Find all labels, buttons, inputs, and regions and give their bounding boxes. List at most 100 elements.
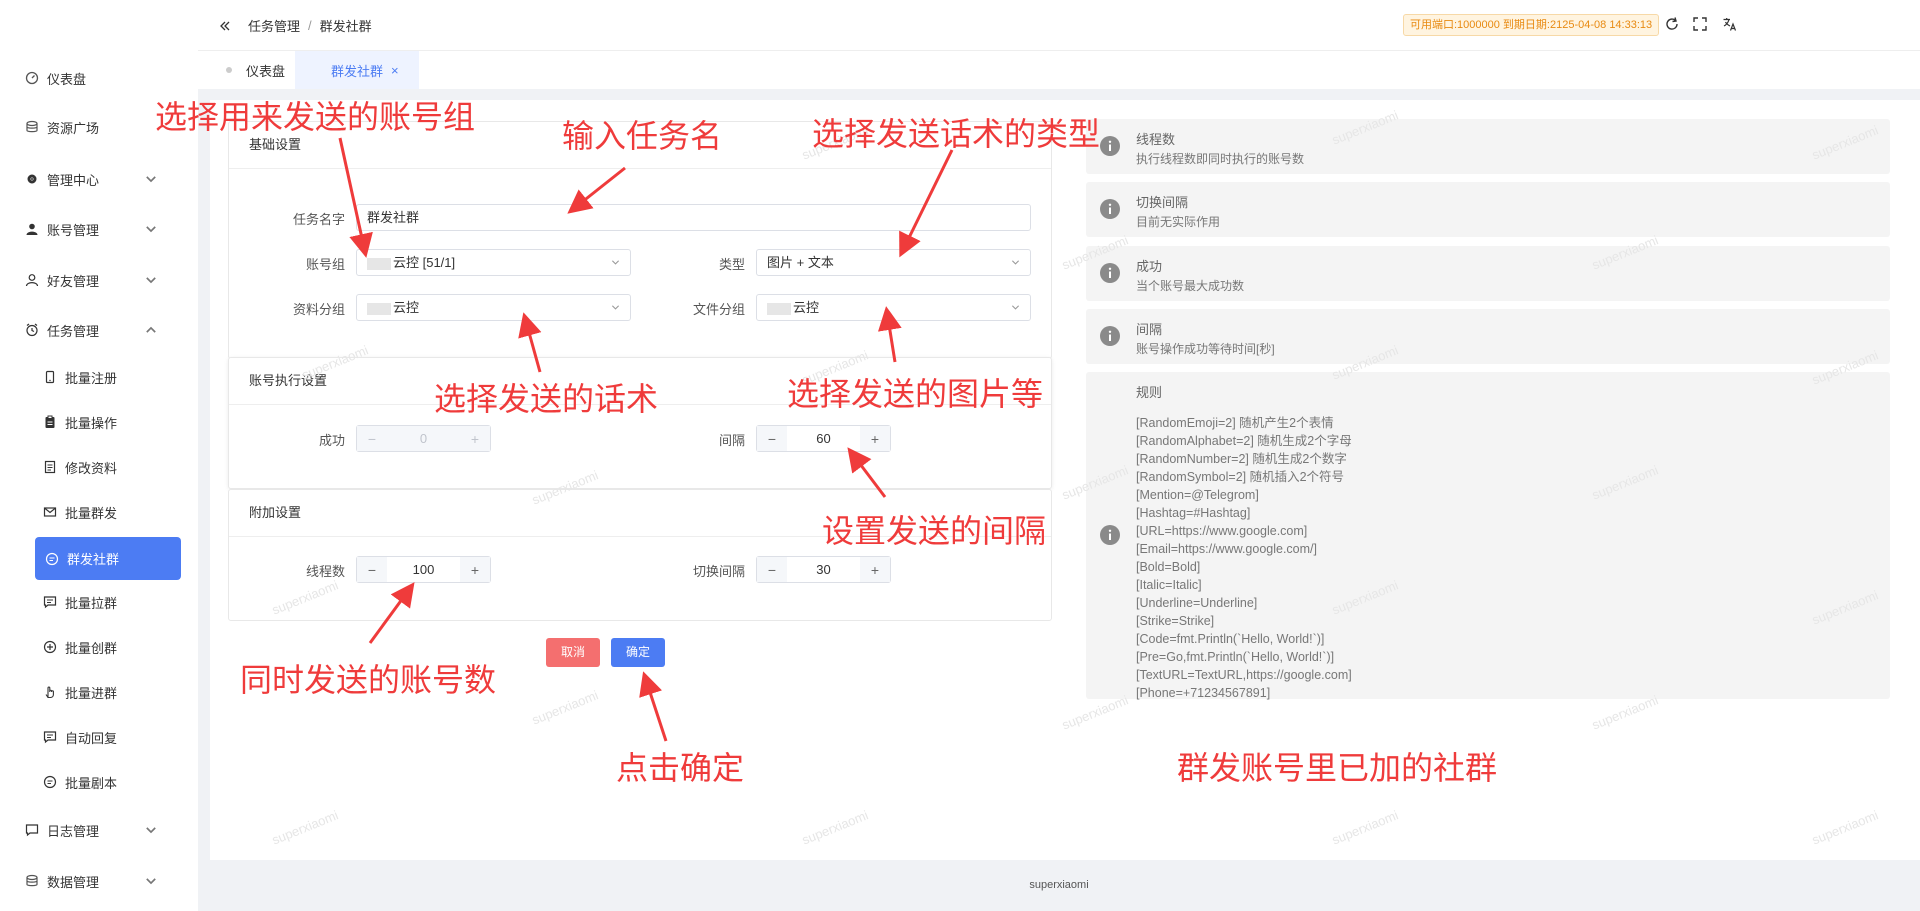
chat-bubble-icon [45,552,59,565]
sidebar-subitem-label: 批量操作 [65,415,118,431]
help-desc: 当个账号最大成功数 [1136,279,1245,293]
select-value: 云控 [793,300,820,315]
rule-line: [Phone=+71234567891] [1136,686,1271,700]
chevron-down-icon [611,260,620,265]
increment-button[interactable]: + [460,557,490,582]
rules-list: [RandomEmoji=2] 随机产生2个表情 [RandomAlphabet… [1136,414,1352,702]
sidebar-subitem-batch-register[interactable]: 批量注册 [43,366,117,388]
sidebar-item-accounts[interactable]: 账号管理 [25,218,180,240]
increment-button[interactable]: + [460,426,490,451]
interval-stepper[interactable]: − 60 + [756,425,891,452]
type-select[interactable]: 图片 + 文本 [756,249,1031,276]
chevron-down-icon [1011,305,1020,310]
redacted-block [367,302,391,315]
success-label: 成功 [318,433,345,448]
rule-line: [RandomAlphabet=2] 随机生成2个字母 [1136,434,1352,448]
stepper-value[interactable]: 100 [387,557,460,582]
account-group-select[interactable]: 云控 [51/1] [356,249,631,276]
rules-title: 规则 [1136,385,1163,400]
alarm-clock-icon [26,323,38,337]
help-title: 切换间隔 [1136,195,1189,210]
select-value: 云控 [51/1] [393,255,456,270]
help-desc: 执行线程数即同时执行的账号数 [1136,152,1305,166]
stepper-value[interactable]: 60 [787,426,860,451]
cancel-button[interactable]: 取消 [546,638,600,667]
database-icon [26,120,38,133]
decrement-button[interactable]: − [357,557,387,582]
mail-icon [43,507,57,517]
sidebar-subitem-community-broadcast[interactable]: 群发社群 [35,537,181,580]
annotation-set-interval: 设置发送的间隔 [822,512,1047,550]
sidebar-item-friends[interactable]: 好友管理 [25,269,180,291]
tab-bar: 仪表盘 群发社群 × [198,50,1920,89]
sidebar-subitem-edit-profile[interactable]: 修改资料 [43,456,117,478]
annotation-select-type: 选择发送话术的类型 [812,115,1101,153]
sidebar-item-logs[interactable]: 日志管理 [25,819,180,841]
sidebar-subitem-label: 批量注册 [65,370,118,386]
material-group-select[interactable]: 云控 [356,294,631,321]
collapse-sidebar-icon[interactable] [218,19,232,33]
refresh-icon[interactable] [1664,16,1680,32]
threads-stepper[interactable]: − 100 + [356,556,491,583]
chevron-down-icon [146,226,156,233]
sidebar-subitem-batch-operation[interactable]: 批量操作 [43,411,117,433]
rule-line: [RandomNumber=2] 随机生成2个数字 [1136,452,1347,466]
sidebar-subitem-batch-join-group[interactable]: 批量进群 [43,681,117,703]
sidebar-item-label: 账号管理 [47,222,100,238]
breadcrumb-item: 群发社群 [319,19,372,34]
task-name-input[interactable]: 群发社群 [356,204,1031,231]
rule-line: [Mention=@Telegrom] [1136,488,1259,502]
document-icon [44,460,56,474]
sidebar-subitem-auto-reply[interactable]: 自动回复 [43,726,117,748]
chat-bubble-icon [43,775,57,789]
tab-community-broadcast[interactable]: 群发社群 × [295,51,419,89]
sidebar-item-management[interactable]: 管理中心 [25,168,180,190]
help-title: 间隔 [1136,322,1163,337]
account-group-label: 账号组 [305,257,345,272]
switch-interval-label: 切换间隔 [692,564,745,579]
threads-label: 线程数 [305,564,345,579]
stepper-value[interactable]: 30 [787,557,860,582]
help-desc: 账号操作成功等待时间[秒] [1136,342,1275,356]
sidebar-item-data[interactable]: 数据管理 [25,870,180,892]
sidebar-item-dashboard[interactable]: 仪表盘 [25,67,86,89]
expiry-badge: 可用端口:1000000 到期日期:2125-04-08 14:33:13 [1403,14,1660,36]
annotation-select-script: 选择发送的话术 [434,380,659,418]
decrement-button[interactable]: − [757,426,787,451]
tab-dot [226,67,232,73]
success-stepper[interactable]: − 0 + [356,425,491,452]
switch-interval-stepper[interactable]: − 30 + [756,556,891,583]
fullscreen-icon[interactable] [1692,16,1708,32]
sidebar-subitem-label: 批量创群 [65,640,118,656]
tab-dashboard[interactable]: 仪表盘 [216,51,295,89]
chevron-down-icon [611,305,620,310]
tab-label: 群发社群 [331,63,384,79]
confirm-button[interactable]: 确定 [611,638,665,667]
sidebar-subitem-batch-broadcast[interactable]: 批量群发 [43,501,117,523]
sidebar-subitem-batch-script[interactable]: 批量剧本 [43,771,117,793]
phone-icon [45,370,55,384]
sidebar-item-tasks[interactable]: 任务管理 [25,319,180,341]
info-icon [1100,326,1120,346]
close-icon[interactable]: × [391,63,399,78]
decrement-button[interactable]: − [357,426,387,451]
sidebar-item-resources[interactable]: 资源广场 [25,116,99,138]
increment-button[interactable]: + [860,426,890,451]
rule-line: [RandomSymbol=2] 随机插入2个符号 [1136,470,1345,484]
sidebar-subitem-label: 批量进群 [65,685,118,701]
breadcrumb-item[interactable]: 任务管理 [248,16,300,35]
increment-button[interactable]: + [860,557,890,582]
translate-icon[interactable] [1722,16,1738,32]
sidebar-subitem-label: 群发社群 [67,552,120,567]
decrement-button[interactable]: − [757,557,787,582]
sidebar-subitem-batch-pull-group[interactable]: 批量拉群 [43,591,117,613]
file-group-select[interactable]: 云控 [756,294,1031,321]
top-bar: 任务管理 / 群发社群 可用端口:1000000 到期日期:2125-04-08… [198,0,1920,50]
sidebar-subitem-batch-create-group[interactable]: 批量创群 [43,636,117,658]
clipboard-icon [45,415,55,428]
database-icon [26,874,38,887]
stepper-value[interactable]: 0 [387,426,460,451]
info-icon [1100,525,1120,545]
help-card-threads: 线程数 执行线程数即同时执行的账号数 [1086,119,1890,174]
rule-line: [Email=https://www.google.com/] [1136,542,1317,556]
